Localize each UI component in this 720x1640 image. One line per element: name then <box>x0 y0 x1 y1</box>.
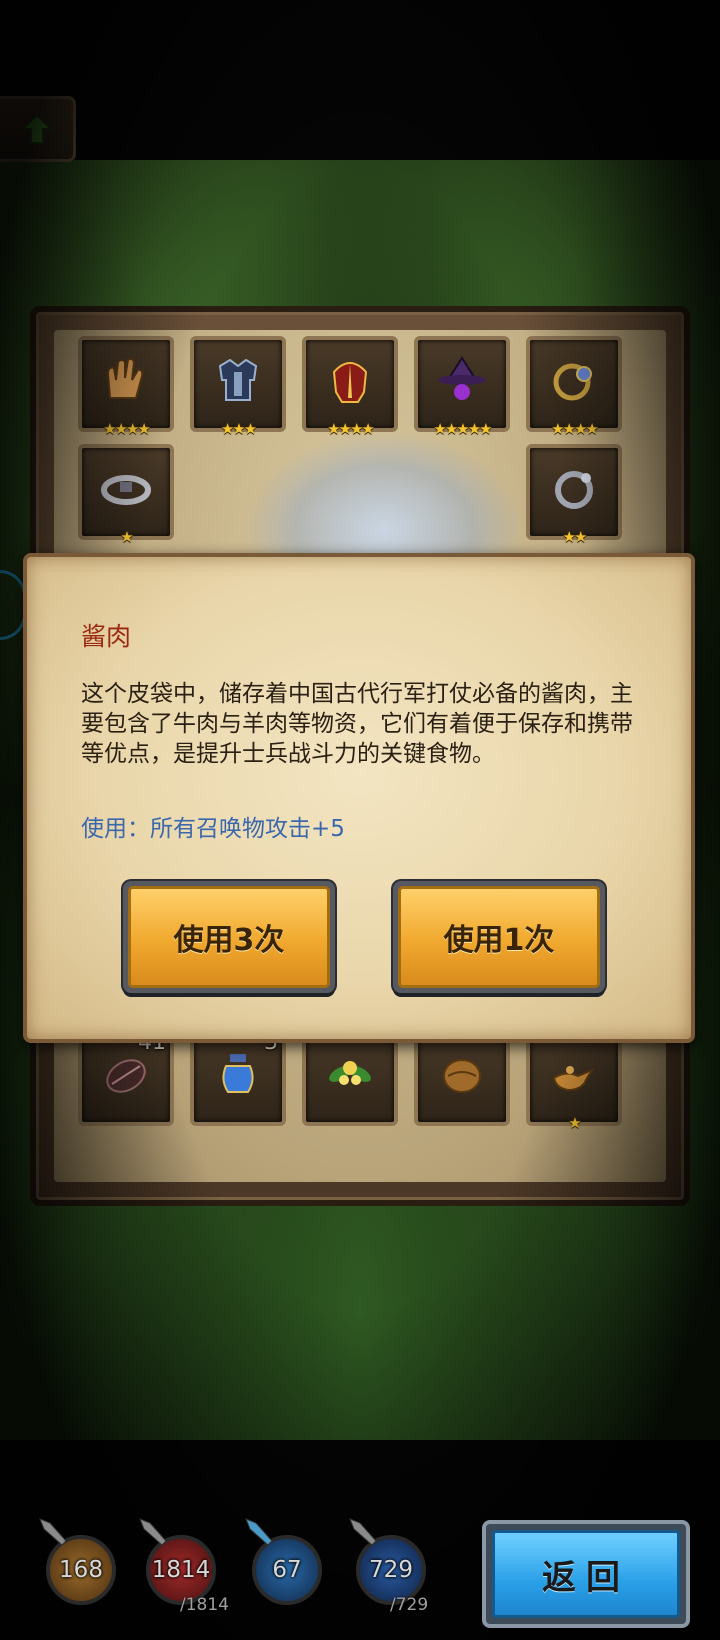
inventory-slot-lamp[interactable]: ★ <box>526 1030 622 1132</box>
use-1-time-label: 使用1次 <box>398 886 600 988</box>
inventory-slot-herb[interactable] <box>302 1030 398 1126</box>
star-rating: ★★★ <box>220 420 257 438</box>
back-label: 返回 <box>492 1530 680 1618</box>
mana-counter: 67 <box>245 1518 322 1605</box>
gloves-icon <box>98 352 154 408</box>
health-max: /1814 <box>180 1595 229 1615</box>
star-rating: ★ <box>120 528 133 546</box>
item-description: 这个皮袋中，储存着中国古代行军打仗必备的酱肉，主要包含了牛肉与羊肉等物资，它们有… <box>81 681 633 767</box>
gold-value: 168 <box>59 1557 103 1583</box>
item-detail-dialog: 酱肉 这个皮袋中，储存着中国古代行军打仗必备的酱肉，主要包含了牛肉与羊肉等物资，… <box>23 553 695 1043</box>
potion-jar-icon <box>210 1046 266 1102</box>
hat-icon <box>434 352 490 408</box>
armor-icon <box>210 352 266 408</box>
item-effect: 使用：所有召唤物攻击+5 <box>81 816 345 842</box>
herb-bundle-icon <box>322 1046 378 1102</box>
gold-counter: 168 <box>39 1518 116 1605</box>
spear-icon <box>39 1518 67 1546</box>
equip-slot-gloves[interactable]: ★★★★ <box>78 336 174 438</box>
equip-slot-armor[interactable]: ★★★ <box>190 336 286 438</box>
star-rating: ★★★★★ <box>433 420 492 438</box>
star-rating: ★★★★ <box>103 420 151 438</box>
magic-lamp-icon <box>546 1046 602 1102</box>
mana-value: 67 <box>272 1557 302 1583</box>
star-rating: ★★ <box>562 528 588 546</box>
up-arrow-button[interactable] <box>0 96 76 162</box>
equip-slot-hat[interactable]: ★★★★★ <box>414 336 510 438</box>
bracelet-icon <box>546 352 602 408</box>
inventory-slot-potion[interactable]: 3 <box>190 1030 286 1126</box>
use-3-times-button[interactable]: 使用3次 <box>123 881 335 993</box>
up-arrow-icon <box>20 113 53 144</box>
ring-icon <box>98 460 154 516</box>
star-rating: ★ <box>568 1114 581 1132</box>
use-1-time-button[interactable]: 使用1次 <box>393 881 605 993</box>
shield-value: 729 <box>369 1557 413 1583</box>
helmet-icon <box>322 352 378 408</box>
star-rating: ★★★★ <box>551 420 599 438</box>
use-3-times-label: 使用3次 <box>128 886 330 988</box>
equip-slot-ring-left[interactable]: ★ <box>78 444 174 546</box>
equip-slot-bracelet[interactable]: ★★★★ <box>526 336 622 438</box>
back-button[interactable]: 返回 <box>482 1520 690 1628</box>
inventory-slot-walnut[interactable] <box>414 1030 510 1126</box>
walnut-icon <box>434 1046 490 1102</box>
spear-icon <box>349 1518 377 1546</box>
health-value: 1814 <box>151 1557 211 1583</box>
spear-icon <box>245 1518 273 1546</box>
ring2-icon <box>546 460 602 516</box>
star-rating: ★★★★ <box>327 420 375 438</box>
shield-max: /729 <box>390 1595 429 1615</box>
shield-counter: 729 /729 <box>349 1518 428 1615</box>
spear-icon <box>139 1518 167 1546</box>
equip-slot-helmet[interactable]: ★★★★ <box>302 336 398 438</box>
item-title: 酱肉 <box>81 622 132 651</box>
health-counter: 1814 /1814 <box>139 1518 229 1615</box>
inventory-slot-cocoa[interactable]: 41 <box>78 1030 174 1126</box>
equip-slot-ring-right[interactable]: ★★ <box>526 444 622 546</box>
